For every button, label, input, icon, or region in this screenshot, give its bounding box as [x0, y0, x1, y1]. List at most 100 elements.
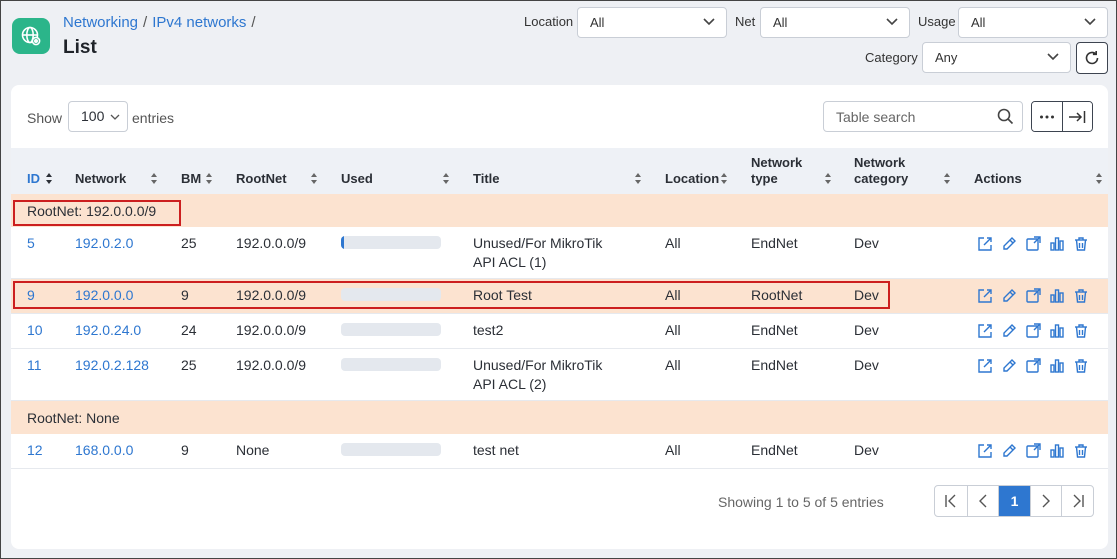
row-actions [977, 443, 1089, 459]
open-button[interactable] [977, 358, 993, 374]
delete-button[interactable] [1073, 443, 1089, 459]
edit-button[interactable] [1001, 443, 1017, 459]
delete-button[interactable] [1073, 236, 1089, 252]
edit-button[interactable] [1001, 288, 1017, 304]
category-filter-select[interactable]: Any [922, 42, 1071, 73]
sort-icon [635, 173, 641, 184]
row-id-link[interactable]: 9 [27, 286, 35, 305]
sort-icon [944, 173, 950, 184]
delete-button[interactable] [1073, 358, 1089, 374]
column-header-network-type[interactable]: Network type [751, 148, 816, 194]
row-network-link[interactable]: 168.0.0.0 [75, 441, 133, 460]
row-rootnet: None [236, 442, 270, 458]
sort-icon [443, 173, 449, 184]
row-bm: 9 [181, 287, 189, 303]
delete-button[interactable] [1073, 288, 1089, 304]
open-window-button[interactable] [1025, 323, 1041, 339]
last-page-icon [1073, 494, 1084, 508]
statistics-button[interactable] [1049, 323, 1065, 339]
location-filter-select[interactable]: All [577, 7, 727, 38]
row-network-type: EndNet [751, 442, 798, 458]
more-options-button[interactable] [1032, 102, 1062, 131]
usage-bar [341, 236, 441, 249]
usage-bar [341, 323, 441, 336]
networks-card: Show 100 entries ID Network BM [11, 85, 1108, 549]
table-row: 10 192.0.24.0 24 192.0.0.0/9 test2 All EndNet D… [11, 314, 1108, 349]
page-length-select[interactable]: 100 [68, 101, 128, 132]
column-header-network-category-label: Network category [854, 155, 909, 186]
first-page-button[interactable] [935, 486, 967, 516]
group-row: RootNet: 192.0.0.0/9 [11, 194, 1108, 227]
statistics-button[interactable] [1049, 288, 1065, 304]
last-page-button[interactable] [1061, 486, 1093, 516]
breadcrumb-separator: / [143, 14, 148, 31]
open-button[interactable] [977, 323, 993, 339]
delete-button[interactable] [1073, 323, 1089, 339]
table-header: ID Network BM RootNet Used Title Locatio… [11, 148, 1108, 194]
page-button-current[interactable]: 1 [998, 486, 1030, 516]
column-header-network-category[interactable]: Network category [854, 148, 929, 194]
open-window-button[interactable] [1025, 288, 1041, 304]
table-row: 12 168.0.0.0 9 None test net All EndNet Dev [11, 434, 1108, 469]
delete-icon [1075, 359, 1087, 373]
breadcrumb-networking[interactable]: Networking [63, 14, 138, 31]
row-rootnet: 192.0.0.0/9 [236, 322, 307, 338]
open-button[interactable] [977, 236, 993, 252]
open-window-button[interactable] [1025, 443, 1041, 459]
column-header-location[interactable]: Location [665, 148, 719, 194]
usage-bar [341, 443, 441, 456]
row-network-link[interactable]: 192.0.2.0 [75, 234, 133, 253]
table-search-input[interactable] [823, 101, 1023, 132]
chart-icon [1050, 359, 1064, 373]
usage-filter-select[interactable]: All [958, 7, 1108, 38]
statistics-button[interactable] [1049, 443, 1065, 459]
statistics-button[interactable] [1049, 236, 1065, 252]
export-button[interactable] [1061, 102, 1092, 131]
column-header-id[interactable]: ID [27, 148, 40, 194]
prev-page-button[interactable] [966, 486, 999, 516]
open-window-button[interactable] [1025, 236, 1041, 252]
edit-icon [1003, 444, 1016, 457]
search-icon[interactable] [997, 108, 1014, 125]
row-title: test2 [473, 322, 504, 338]
open-button[interactable] [977, 443, 993, 459]
open-window-icon [1026, 323, 1041, 338]
row-network-category: Dev [854, 322, 879, 338]
row-id-link[interactable]: 12 [27, 441, 43, 460]
edit-icon [1003, 324, 1016, 337]
chart-icon [1050, 237, 1064, 251]
refresh-button[interactable] [1076, 42, 1108, 74]
open-window-button[interactable] [1025, 358, 1041, 374]
row-id-link[interactable]: 10 [27, 321, 43, 340]
row-network-link[interactable]: 192.0.24.0 [75, 321, 141, 340]
column-header-network[interactable]: Network [75, 148, 126, 194]
page-title: List [63, 37, 97, 58]
row-location: All [665, 357, 681, 373]
app-frame: Networking / IPv4 networks / List Location … [0, 0, 1117, 559]
statistics-button[interactable] [1049, 358, 1065, 374]
open-window-icon [1026, 443, 1041, 458]
edit-button[interactable] [1001, 358, 1017, 374]
row-id-link[interactable]: 11 [27, 356, 42, 375]
breadcrumb-ipv4-networks[interactable]: IPv4 networks [152, 14, 246, 31]
column-header-network-label: Network [75, 171, 127, 186]
open-button[interactable] [977, 288, 993, 304]
open-icon [978, 237, 992, 251]
chart-icon [1050, 444, 1064, 458]
row-bm: 9 [181, 442, 189, 458]
column-header-rootnet[interactable]: RootNet [236, 148, 287, 194]
sort-icon [721, 173, 727, 184]
edit-button[interactable] [1001, 323, 1017, 339]
row-id-link[interactable]: 5 [27, 234, 35, 253]
column-header-bm[interactable]: BM [181, 148, 201, 194]
chevron-down-icon [1084, 18, 1096, 26]
net-filter-select[interactable]: All [760, 7, 910, 38]
edit-button[interactable] [1001, 236, 1017, 252]
row-rootnet: 192.0.0.0/9 [236, 287, 307, 303]
column-header-used[interactable]: Used [341, 148, 373, 194]
row-actions [977, 358, 1089, 374]
next-page-button[interactable] [1029, 486, 1062, 516]
row-network-link[interactable]: 192.0.0.0 [75, 286, 133, 305]
column-header-title[interactable]: Title [473, 148, 500, 194]
row-network-link[interactable]: 192.0.2.128 [75, 356, 149, 375]
